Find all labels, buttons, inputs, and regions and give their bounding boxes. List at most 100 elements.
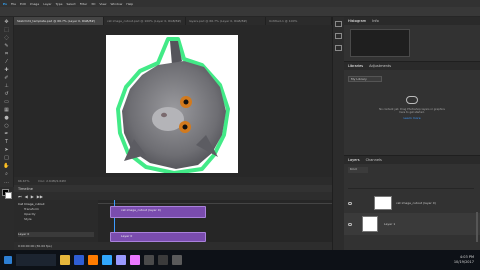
histogram-graph [350,29,410,57]
timeline-controls: ⏮ ◀ ▶ ▶▶ [14,192,332,200]
healing-brush-icon[interactable]: ✚ [3,67,11,73]
tab-layers[interactable]: layers.psd @ 66.7% (Layer 0, RGB/8#) [186,17,266,25]
zoom-tool-icon[interactable]: ⌕ [3,171,11,177]
path-select-icon[interactable]: ➤ [3,147,11,153]
document-tabs: Sketch24_template.psd @ 66.7% (Layer 0, … [14,17,332,25]
blur-icon[interactable]: ● [3,115,11,121]
type-tool-icon[interactable]: T [3,139,11,145]
layers-scrollbar[interactable] [476,212,478,242]
tab-info[interactable]: Info [372,19,379,23]
quick-select-icon[interactable]: ✎ [3,43,11,49]
layer-thumbnail [362,216,378,232]
background-color[interactable] [4,192,12,199]
history-icon[interactable] [335,21,342,27]
library-empty-message: No content yet. Drag Photoshop layers or… [379,108,445,114]
track-layer0[interactable]: Layer 0 [18,232,94,237]
clip-cat-image[interactable]: cat image_cutout (layer 0) [110,206,206,218]
brush-tool-icon[interactable]: ✐ [3,75,11,81]
first-frame-icon[interactable]: ⏮ [18,194,22,199]
visibility-eye-icon[interactable] [348,201,352,205]
eraser-icon[interactable]: ▭ [3,99,11,105]
cat-pupil-right [182,124,188,130]
menu-edit[interactable]: Edit [20,2,26,6]
menu-window[interactable]: Window [111,2,123,6]
tab-histogram[interactable]: Histogram [348,19,366,23]
tab-layers-panel[interactable]: Layers [348,158,360,162]
timeline-footer: 0:00:00:00 (30.00 fps) [14,242,332,250]
photoshop-icon[interactable] [102,255,112,265]
gradient-icon[interactable]: ▦ [3,107,11,113]
layer-row[interactable]: cat image_cutout (layer 0) [344,193,480,213]
marquee-tool-icon[interactable]: ⬚ [3,27,11,33]
menu-image[interactable]: Image [30,2,39,6]
eyedropper-icon[interactable]: ⁄ [3,59,11,65]
illustrator-icon[interactable] [88,255,98,265]
crop-tool-icon[interactable]: ⌗ [3,51,11,57]
menu-view[interactable]: View [99,2,106,6]
after-effects-icon[interactable] [116,255,126,265]
taskbar-search[interactable] [16,254,56,266]
file-explorer-icon[interactable] [60,255,70,265]
histogram-panel: Histogram Info [344,17,480,61]
clock-date[interactable]: 10/19/2017 [454,260,474,265]
track-style[interactable]: Style [18,217,94,222]
properties-icon[interactable] [335,33,342,39]
ps-logo[interactable]: Ps [3,2,7,6]
layer-row[interactable]: Layer 1 [344,213,480,235]
time-ruler [98,200,332,204]
tab-channels[interactable]: Channels [366,158,382,162]
next-frame-icon[interactable]: ▶▶ [37,194,43,199]
app-icon[interactable] [172,255,182,265]
dodge-icon[interactable]: ○ [3,123,11,129]
rectangle-tool-icon[interactable]: □ [3,155,11,161]
color-swatches[interactable] [1,188,13,200]
tab-libraries[interactable]: Libraries [348,64,363,68]
hand-tool-icon[interactable]: ✋ [3,163,11,169]
browser-icon[interactable] [74,255,84,265]
tab-untitled[interactable]: Untitled-1 @ 100% [266,17,332,25]
menu-3d[interactable]: 3D [91,2,95,6]
windows-start-icon[interactable] [4,256,12,264]
clone-stamp-icon[interactable]: ⊥ [3,83,11,89]
tools-panel: ✥ ⬚ ◌ ✎ ⌗ ⁄ ✚ ✐ ⊥ ↺ ▭ ▦ ● ○ ✒ T ➤ □ ✋ ⌕ … [0,17,14,199]
lasso-tool-icon[interactable]: ◌ [3,35,11,41]
move-tool-icon[interactable]: ✥ [3,19,11,25]
libraries-panel: Libraries Adjustments My Library No cont… [344,61,480,155]
prev-frame-icon[interactable]: ◀ [25,194,28,199]
library-dropdown[interactable]: My Library [348,76,382,82]
menu-help[interactable]: Help [126,2,133,6]
collapsed-panel-strip [332,17,344,250]
options-bar [0,7,480,17]
menu-file[interactable]: File [11,2,16,6]
menu-type[interactable]: Type [56,2,63,6]
app-icon[interactable] [158,255,168,265]
tab-cat-image[interactable]: cat image_cutout.psd @ 100% (Layer 0, RG… [104,17,186,25]
zoom-level[interactable]: 66.67% [18,179,29,183]
visibility-eye-icon[interactable] [348,222,352,226]
tab-sketch24[interactable]: Sketch24_template.psd @ 66.7% (Layer 0, … [14,17,104,25]
timecode: 0:00:00:00 (30.00 fps) [18,244,52,248]
premiere-icon[interactable] [130,255,140,265]
history-brush-icon[interactable]: ↺ [3,91,11,97]
timeline-tracks: Cat Image_cutout Transform Opacity Style… [14,200,332,242]
play-icon[interactable]: ▶ [31,194,34,199]
status-bar: 66.67% Doc: 2.64M/2.64M [14,177,332,185]
clip-layer0[interactable]: Layer 0 [110,232,206,242]
tab-adjustments[interactable]: Adjustments [369,64,391,68]
menu-filter[interactable]: Filter [80,2,87,6]
more-tools-icon[interactable]: … [3,179,11,185]
photoshop-window: Ps File Edit Image Layer Type Select Fil… [0,0,480,270]
cat-image [116,37,230,175]
layer-name: Layer 1 [384,222,396,226]
layer-name: cat image_cutout (layer 0) [396,201,436,205]
layer-filter-kind[interactable]: Kind [348,167,368,173]
windows-taskbar: 4:03 PM 10/19/2017 [0,250,480,270]
document-canvas[interactable] [106,35,238,175]
menu-select[interactable]: Select [66,2,75,6]
timeline-panel: Timeline ⏮ ◀ ▶ ▶▶ Cat Image_cutout Trans… [14,185,332,250]
learn-more-link[interactable]: Learn more [344,116,480,120]
app-icon[interactable] [144,255,154,265]
menu-layer[interactable]: Layer [43,2,51,6]
brushes-icon[interactable] [335,45,342,51]
pen-tool-icon[interactable]: ✒ [3,131,11,137]
